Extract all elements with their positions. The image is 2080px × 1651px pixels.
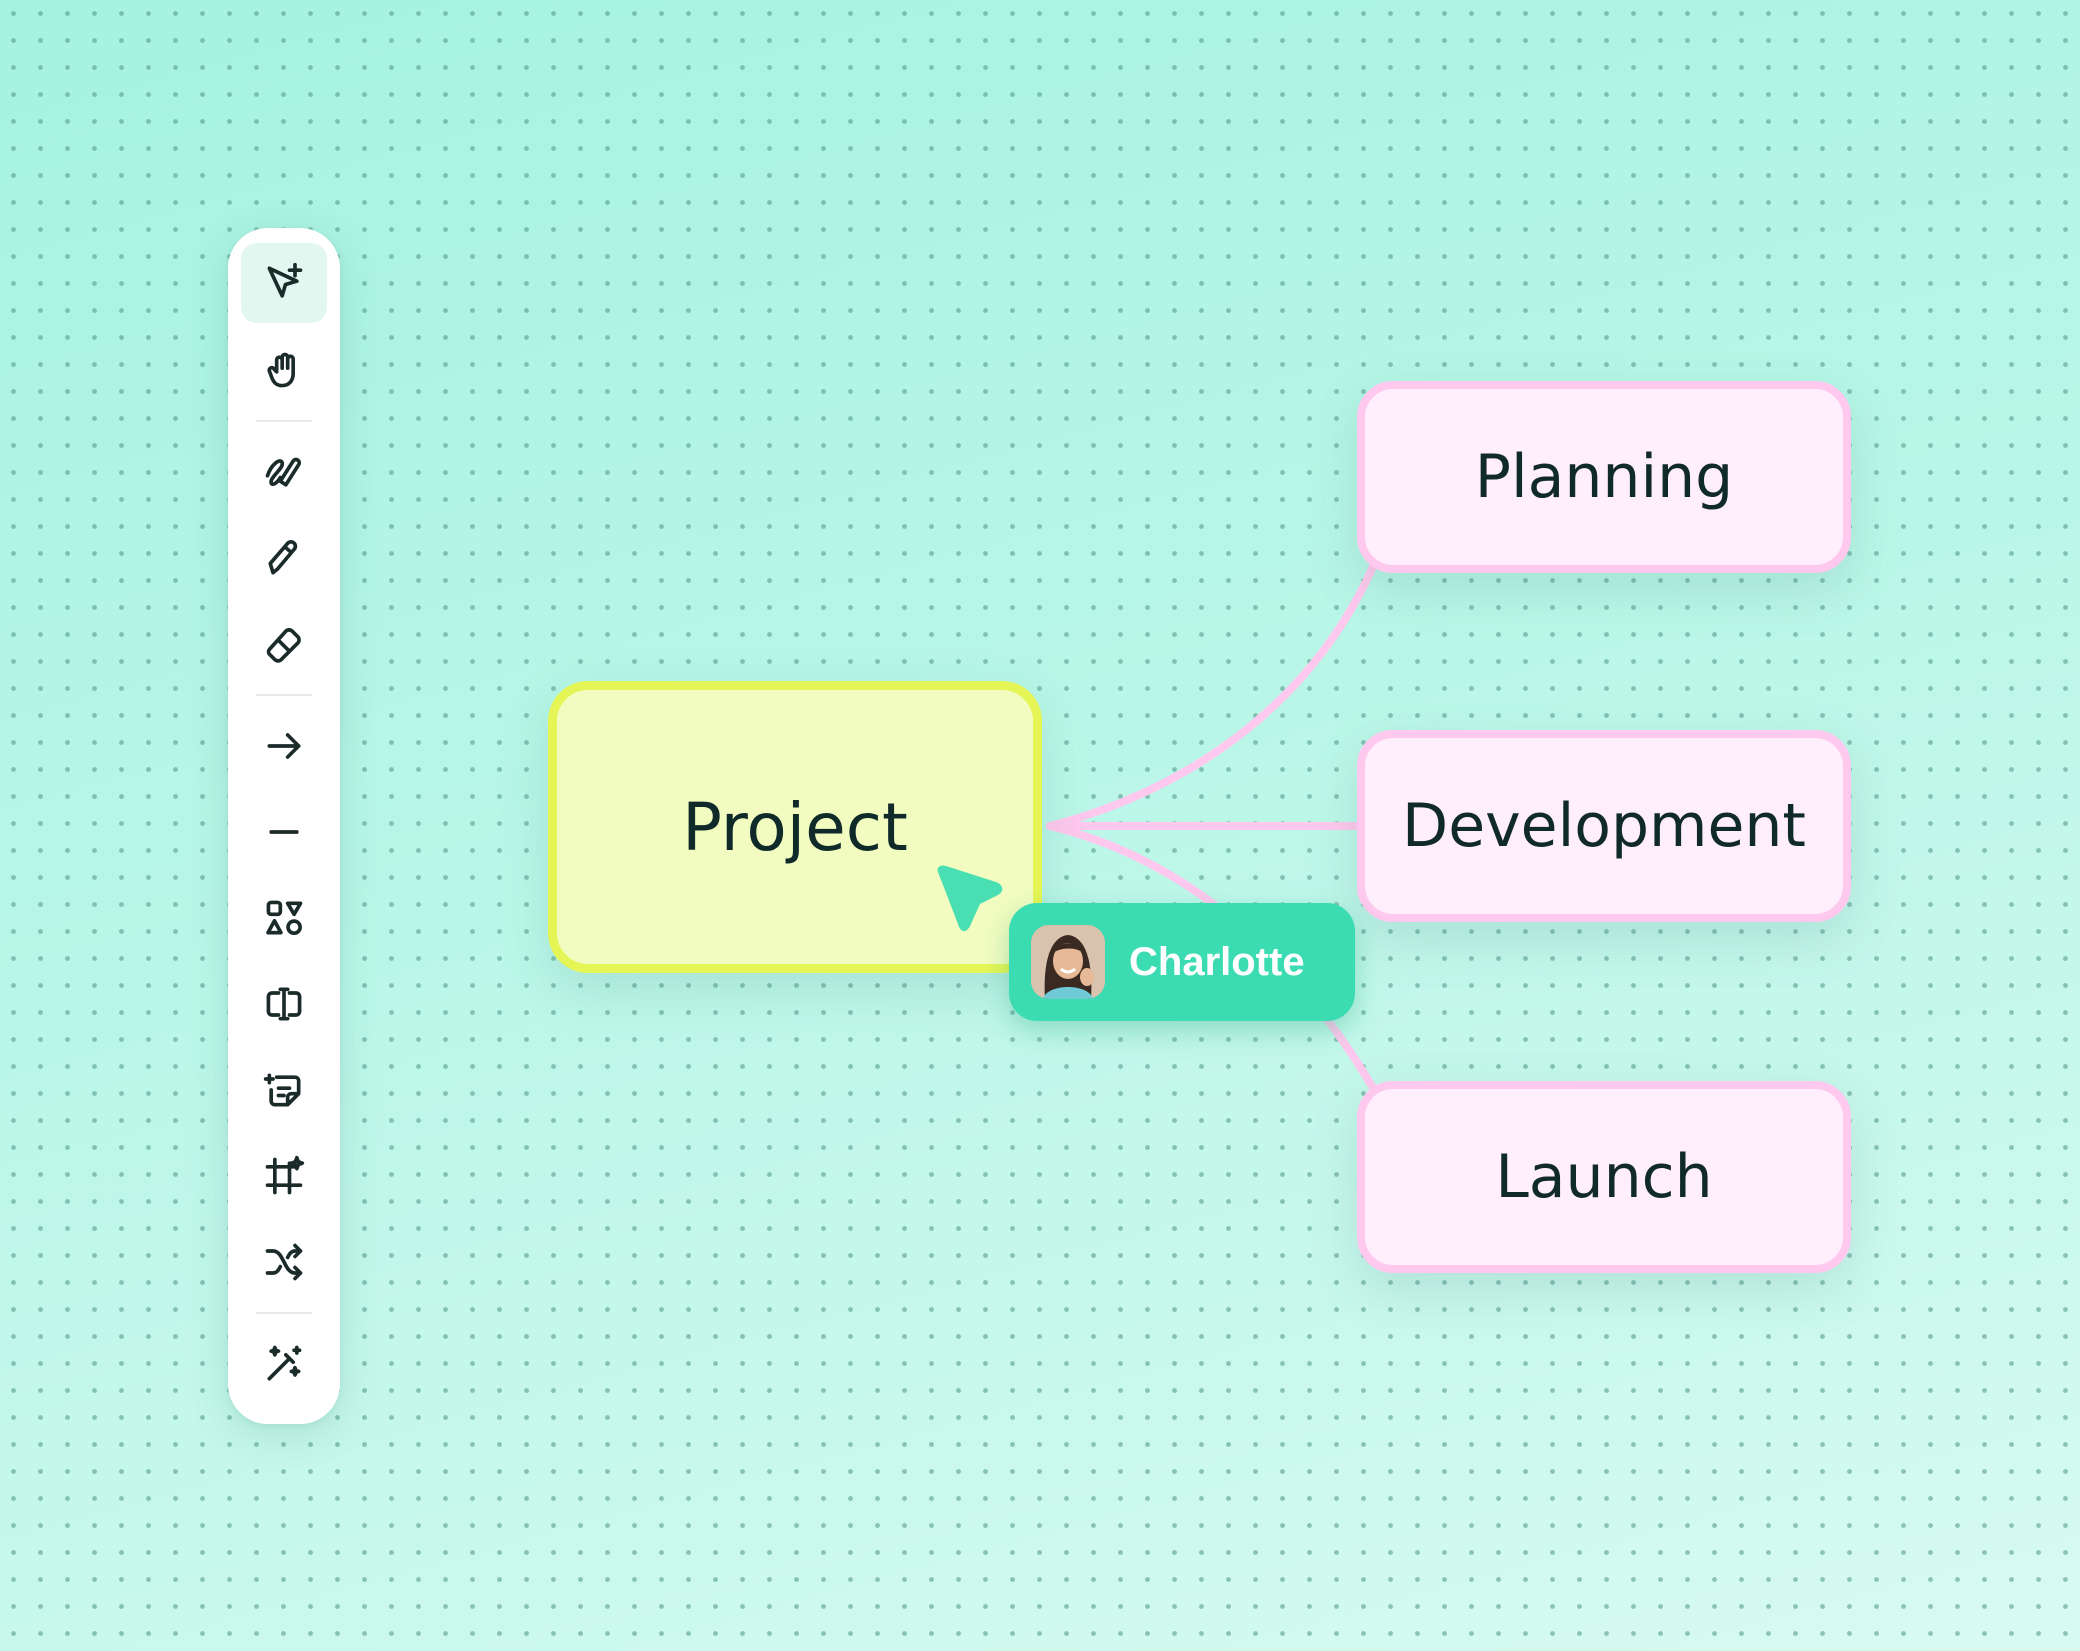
- root-node-label: Project: [682, 788, 908, 866]
- shapes-icon[interactable]: [241, 878, 327, 958]
- collaborator-name: Charlotte: [1129, 939, 1305, 984]
- frame-icon[interactable]: [241, 1136, 327, 1216]
- magic-wand-icon[interactable]: [241, 1324, 327, 1404]
- pencil-icon[interactable]: [241, 518, 327, 598]
- collaborator-cursor-icon: [937, 865, 1003, 932]
- tool-palette: [228, 228, 340, 1424]
- shuffle-icon[interactable]: [241, 1222, 327, 1302]
- scribble-pen-icon[interactable]: [241, 432, 327, 512]
- mindmap-node-launch[interactable]: Launch: [1357, 1081, 1851, 1273]
- toolbar-divider: [256, 420, 312, 422]
- arrow-right-icon[interactable]: [241, 706, 327, 786]
- mindmap-node-planning[interactable]: Planning: [1357, 381, 1851, 573]
- text-box-icon[interactable]: [241, 964, 327, 1044]
- avatar: [1031, 925, 1105, 999]
- node-label: Launch: [1495, 1142, 1713, 1212]
- toolbar-divider: [256, 1312, 312, 1314]
- mindmap-node-development[interactable]: Development: [1357, 730, 1851, 922]
- toolbar-divider: [256, 694, 312, 696]
- pointer-plus-icon[interactable]: [241, 243, 327, 323]
- hand-icon[interactable]: [241, 330, 327, 410]
- sticky-note-icon[interactable]: [241, 1050, 327, 1130]
- line-icon[interactable]: [241, 792, 327, 872]
- node-label: Development: [1402, 791, 1806, 861]
- connector-planning: [1046, 546, 1384, 830]
- collaborator-presence-tag: Charlotte: [1009, 903, 1355, 1021]
- node-label: Planning: [1474, 442, 1734, 512]
- eraser-icon[interactable]: [241, 604, 327, 684]
